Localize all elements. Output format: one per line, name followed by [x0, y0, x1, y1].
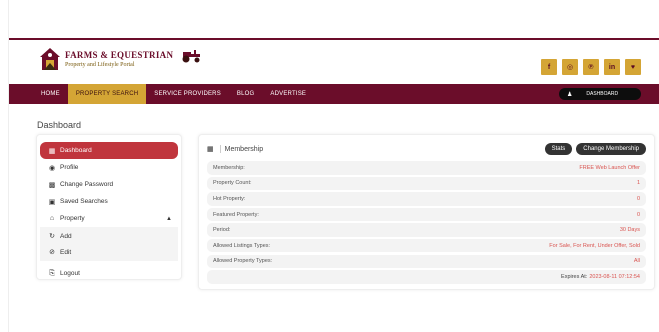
- detail-value: 0: [636, 211, 640, 218]
- header-separator: [219, 145, 221, 153]
- detail-row-hot-property: Hot Property: 0: [207, 192, 646, 206]
- saved-icon: ▣: [48, 198, 56, 206]
- page-frame: FARMS & EQUESTRIAN Property and Lifestyl…: [8, 0, 659, 332]
- sidebar-item-add[interactable]: ↻ Add: [40, 228, 178, 244]
- tractor-icon: [182, 50, 201, 63]
- sidebar-item-logout[interactable]: ⎘ Logout: [40, 265, 178, 282]
- detail-row-allowed-property-types: Allowed Property Types: All: [207, 254, 646, 269]
- detail-label: Allowed Property Types:: [213, 258, 273, 265]
- detail-value: 0: [636, 195, 640, 202]
- sidebar-item-label: Add: [60, 232, 72, 240]
- sidebar-item-label: Change Password: [60, 181, 114, 188]
- stats-icon: ▦: [207, 146, 214, 153]
- header-divider: [9, 38, 659, 40]
- nav-blog[interactable]: BLOG: [229, 84, 262, 104]
- detail-value: 30 Days: [619, 227, 640, 234]
- dashboard-button-label: DASHBOARD: [586, 91, 619, 97]
- detail-row-allowed-listing-types: Allowed Listings Types: For Sale, For Re…: [207, 238, 646, 253]
- site-logo[interactable]: FARMS & EQUESTRIAN Property and Lifestyl…: [39, 46, 203, 72]
- detail-row-property-count: Property Count: 1: [207, 176, 646, 191]
- logout-icon: ⎘: [49, 269, 55, 277]
- membership-panel-header: ▦ Membership Stats Change Membership: [207, 139, 646, 159]
- pinterest-icon[interactable]: ℗: [583, 59, 599, 75]
- grid-icon: ▦: [48, 147, 56, 155]
- detail-row-expires: Expires At: 2023-08-11 07:12:54: [207, 270, 646, 284]
- nav-service-providers[interactable]: SERVICE PROVIDERS: [146, 84, 229, 104]
- page-title: Dashboard: [37, 120, 82, 130]
- twitter-icon[interactable]: ♥: [625, 59, 641, 75]
- instagram-icon[interactable]: ◎: [562, 59, 578, 75]
- detail-value: 1: [636, 180, 640, 187]
- main-nav: HOME PROPERTY SEARCH SERVICE PROVIDERS B…: [9, 84, 659, 104]
- nav-advertise[interactable]: ADVERTISE: [262, 84, 314, 104]
- sidebar-item-edit[interactable]: ⊘ Edit: [40, 244, 178, 260]
- brand-tagline: Property and Lifestyle Portal: [65, 61, 135, 68]
- add-icon: ↻: [49, 233, 55, 240]
- user-icon: ♟: [567, 91, 573, 98]
- nav-home[interactable]: HOME: [33, 84, 68, 104]
- detail-label: Period:: [213, 227, 231, 234]
- dashboard-sidebar: ▦ Dashboard ◉ Profile ▩ Change Password …: [36, 134, 182, 280]
- sidebar-item-label: Profile: [60, 164, 79, 171]
- sidebar-item-dashboard[interactable]: ▦ Dashboard: [40, 142, 178, 159]
- membership-details: Membership: FREE Web Launch Offer Proper…: [207, 161, 646, 284]
- barn-logo-icon: [40, 48, 60, 70]
- detail-value: For Sale, For Rent, Under Offer, Sold: [549, 242, 640, 249]
- detail-value: FREE Web Launch Offer: [579, 164, 640, 171]
- detail-value: All: [633, 258, 640, 265]
- chevron-up-icon: ▲: [166, 215, 172, 222]
- facebook-icon[interactable]: f: [541, 59, 557, 75]
- sidebar-item-label: Logout: [60, 270, 80, 277]
- social-links: f ◎ ℗ in ♥: [541, 59, 641, 75]
- lock-icon: ▩: [48, 181, 56, 189]
- sidebar-item-label: Saved Searches: [60, 198, 108, 205]
- sidebar-item-label: Dashboard: [60, 147, 92, 154]
- detail-row-membership: Membership: FREE Web Launch Offer: [207, 161, 646, 175]
- change-membership-button[interactable]: Change Membership: [576, 143, 646, 155]
- nav-property-search[interactable]: PROPERTY SEARCH: [67, 84, 147, 104]
- user-circle-icon: ◉: [48, 164, 56, 172]
- expires-label: Expires At:: [561, 273, 588, 280]
- detail-row-period: Period: 30 Days: [207, 223, 646, 237]
- detail-row-featured-property: Featured Property: 0: [207, 207, 646, 222]
- edit-icon: ⊘: [49, 249, 55, 256]
- dashboard-button[interactable]: ♟ DASHBOARD: [559, 88, 641, 100]
- brand-name: FARMS & EQUESTRIAN: [65, 49, 174, 60]
- sidebar-item-profile[interactable]: ◉ Profile: [40, 159, 178, 176]
- home-icon: ⌂: [49, 215, 55, 222]
- sidebar-item-property[interactable]: ⌂ Property ▲: [40, 210, 178, 227]
- sidebar-item-label: Edit: [60, 248, 72, 256]
- linkedin-icon[interactable]: in: [604, 59, 620, 75]
- sidebar-item-change-password[interactable]: ▩ Change Password: [40, 176, 178, 193]
- stats-button[interactable]: Stats: [544, 143, 573, 155]
- detail-label: Featured Property:: [213, 211, 259, 218]
- detail-label: Allowed Listings Types:: [213, 242, 271, 249]
- membership-title: Membership: [224, 145, 264, 153]
- property-submenu: ↻ Add ⊘ Edit: [40, 227, 178, 261]
- expires-value: 2023-08-11 07:12:54: [589, 273, 640, 280]
- sidebar-item-label: Property: [60, 215, 85, 222]
- membership-panel: ▦ Membership Stats Change Membership Mem…: [198, 134, 655, 290]
- sidebar-item-saved-searches[interactable]: ▣ Saved Searches: [40, 193, 178, 210]
- detail-label: Property Count:: [213, 180, 252, 187]
- detail-label: Hot Property:: [213, 195, 246, 202]
- detail-label: Membership:: [213, 164, 245, 171]
